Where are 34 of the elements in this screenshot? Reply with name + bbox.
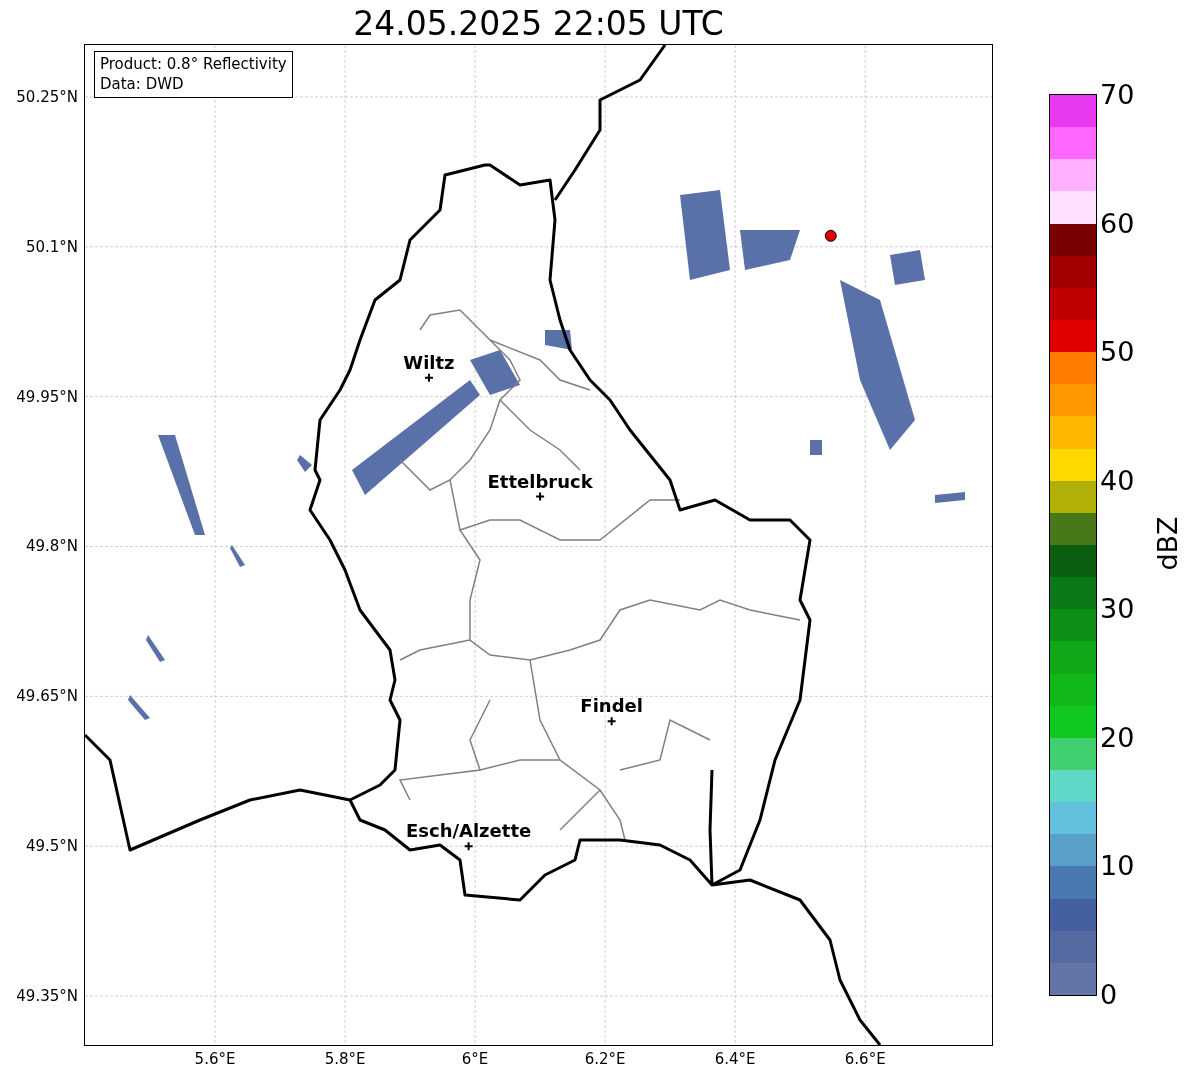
axis-tick-label: 50.25°N <box>16 87 78 106</box>
axis-tick-label: 6.6°E <box>844 1050 886 1068</box>
info-text: Data: DWD <box>100 74 185 94</box>
axis-tick-label: 6.4°E <box>714 1050 756 1068</box>
city-marker-icon <box>536 492 545 501</box>
info-text: Product: 0.8° Reflectivity <box>100 54 287 74</box>
axis-tick-label: 49.65°N <box>16 687 78 706</box>
scale-tick-label: 0 <box>1099 980 1118 1010</box>
axis-tick-label: 5.6°E <box>194 1050 236 1068</box>
axis-tick-label: 6.2°E <box>584 1050 626 1068</box>
scale-tick-label: 60 <box>1099 208 1135 239</box>
city-label: Wiltz <box>403 351 455 374</box>
axis-tick-label: 49.35°N <box>16 987 78 1006</box>
scale-tick-label: 20 <box>1099 722 1135 753</box>
city-label: Esch/Alzette <box>405 820 532 843</box>
city-marker-icon <box>424 373 433 382</box>
scale-tick-label: 70 <box>1099 80 1135 110</box>
scale-tick-label: 50 <box>1099 337 1135 368</box>
axis-tick-label: 6°E <box>461 1050 489 1068</box>
axis-tick-label: 5.8°E <box>324 1050 366 1068</box>
scale-title: dBZ <box>1151 516 1183 571</box>
axis-tick-label: 49.5°N <box>25 837 78 856</box>
radar-site-marker <box>824 229 837 242</box>
scale-tick-label: 10 <box>1099 851 1135 882</box>
chart-title: 24.05.2025 22:05 UTC <box>352 4 725 44</box>
axis-tick-label: 50.1°N <box>25 237 78 256</box>
city-label: Findel <box>580 695 643 718</box>
axis-tick-label: 49.95°N <box>16 387 78 406</box>
city-marker-icon <box>607 717 616 726</box>
scale-tick-label: 30 <box>1099 594 1135 625</box>
axis-tick-label: 49.8°N <box>25 537 78 556</box>
city-marker-icon <box>464 842 473 851</box>
scale-tick-label: 40 <box>1099 465 1135 496</box>
city-label: Ettelbruck <box>487 470 593 493</box>
